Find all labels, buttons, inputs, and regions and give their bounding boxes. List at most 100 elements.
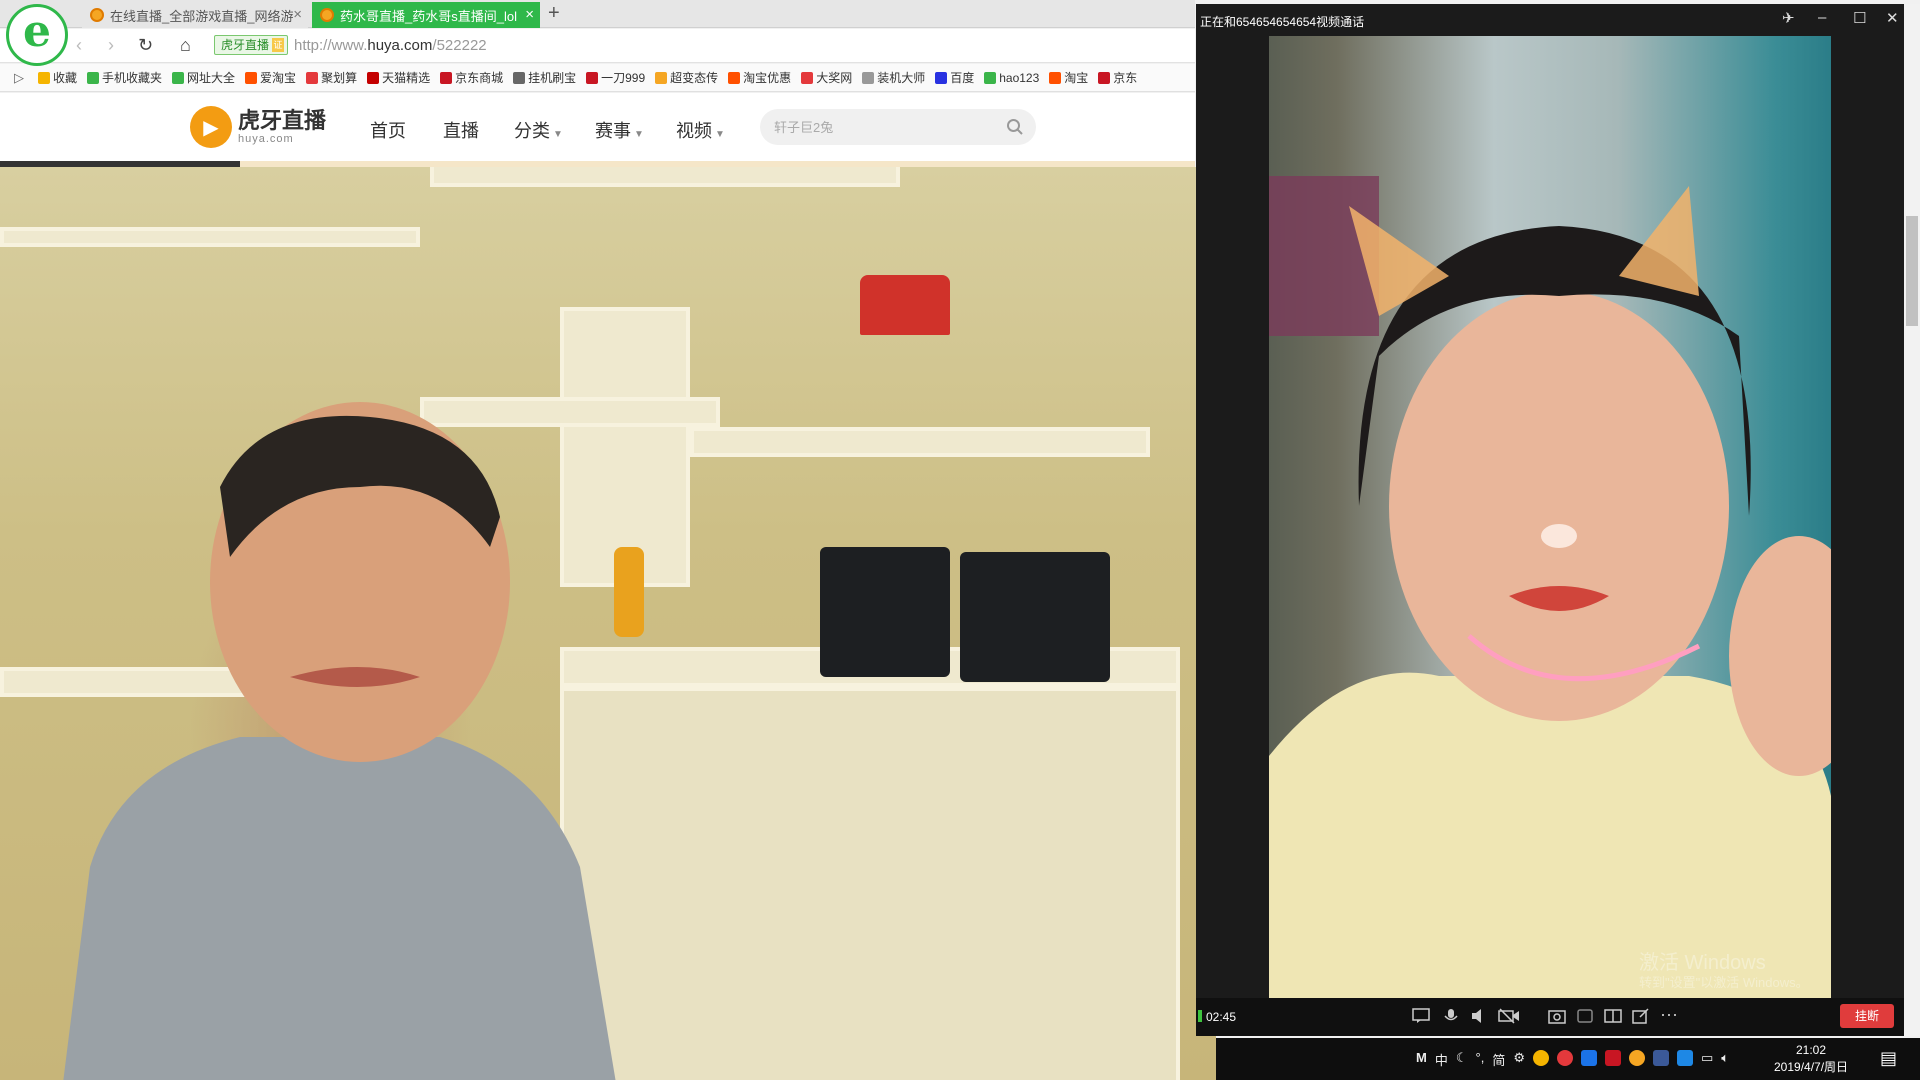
- search-icon[interactable]: [1006, 118, 1024, 136]
- forward-button[interactable]: ›: [108, 35, 114, 56]
- g-app-icon[interactable]: [1629, 1050, 1645, 1066]
- call-title: 正在和654654654654视频通话: [1200, 15, 1365, 29]
- favorite-site-icon: [1049, 71, 1062, 84]
- favorite-link[interactable]: 聚划算: [306, 69, 357, 86]
- app-tray-icon[interactable]: [1605, 1050, 1621, 1066]
- nav-category[interactable]: 分类 ▼: [514, 117, 563, 143]
- favorite-site-icon: [1098, 71, 1111, 84]
- nav-live[interactable]: 直播: [443, 117, 479, 143]
- site-verified-badge[interactable]: 虎牙直播: [214, 35, 289, 55]
- favorite-label: 天猫精选: [382, 71, 431, 85]
- pin-icon[interactable]: ✈: [1782, 9, 1795, 27]
- ime-mode-indicator[interactable]: M: [1416, 1050, 1427, 1069]
- favorite-label: 一刀999: [601, 71, 646, 85]
- favorite-label: 淘宝: [1064, 71, 1089, 85]
- chat-icon[interactable]: [1412, 1008, 1430, 1024]
- minimize-button[interactable]: –: [1818, 9, 1826, 26]
- split-view-icon[interactable]: [1604, 1008, 1622, 1024]
- record-icon[interactable]: [1576, 1008, 1594, 1024]
- favorite-link[interactable]: 天猫精选: [367, 69, 430, 86]
- tab-title: 在线直播_全部游戏直播_网络游: [110, 8, 294, 24]
- windows-activation-hint: 转到"设置"以激活 Windows。: [1639, 975, 1809, 990]
- maximize-button[interactable]: ☐: [1853, 9, 1866, 27]
- nav-label: 首页: [370, 121, 406, 141]
- favorite-site-icon: [513, 71, 526, 84]
- url-field[interactable]: http://www.huya.com/522222: [294, 37, 487, 54]
- tab-current-stream[interactable]: 药水哥直播_药水哥s直播间_lol ×: [312, 2, 540, 28]
- nav-home[interactable]: 首页: [370, 117, 406, 143]
- favorite-link[interactable]: 京东: [1098, 69, 1137, 86]
- windows-activation-watermark: 激活 Windows: [1639, 952, 1766, 974]
- nav-matches[interactable]: 赛事 ▼: [595, 117, 644, 143]
- favorite-label: 京东商城: [455, 71, 504, 85]
- network-icon[interactable]: ▭: [1701, 1050, 1713, 1069]
- qq-icon[interactable]: [1533, 1050, 1549, 1066]
- favorite-label: 京东: [1113, 71, 1138, 85]
- favorite-link[interactable]: 京东商城: [440, 69, 503, 86]
- scrollbar-thumb[interactable]: [1906, 216, 1918, 326]
- search-box: [760, 109, 1036, 145]
- favorite-link[interactable]: 百度: [935, 69, 974, 86]
- favorite-link[interactable]: 收藏: [38, 69, 77, 86]
- remote-video-feed[interactable]: 激活 Windows 转到"设置"以激活 Windows。: [1269, 36, 1831, 998]
- red-hat-figurine: [860, 275, 950, 335]
- favorite-label: 收藏: [53, 71, 78, 85]
- punctuation-icon[interactable]: °,: [1476, 1050, 1485, 1069]
- share-screen-icon[interactable]: [1632, 1008, 1650, 1024]
- favorite-link[interactable]: 超变态传: [655, 69, 718, 86]
- close-tab-icon[interactable]: ×: [525, 6, 534, 23]
- favorite-site-icon: [862, 71, 875, 84]
- huya-logo[interactable]: ▶ 虎牙直播 huya.com: [190, 106, 326, 148]
- ime-language-indicator[interactable]: 中: [1435, 1050, 1448, 1069]
- favorite-link[interactable]: 淘宝: [1049, 69, 1088, 86]
- call-controls-bar: 02:45 ··· 挂断: [1196, 998, 1904, 1036]
- browser-logo-icon[interactable]: e: [6, 4, 68, 66]
- notification-center-icon[interactable]: ▤: [1880, 1048, 1897, 1069]
- favorites-expand-icon[interactable]: ▷: [14, 70, 24, 86]
- clock-date: 2019/4/7/周日: [1774, 1060, 1849, 1074]
- settings-gear-icon[interactable]: ⚙: [1513, 1050, 1525, 1069]
- favorite-link[interactable]: 大奖网: [801, 69, 852, 86]
- microphone-icon[interactable]: [1442, 1008, 1460, 1024]
- new-tab-button[interactable]: +: [548, 2, 560, 25]
- favorite-link[interactable]: 爱淘宝: [245, 69, 296, 86]
- browser-tray-icon[interactable]: [1557, 1050, 1573, 1066]
- reload-icon[interactable]: ↻: [138, 35, 153, 56]
- logo-text: 虎牙直播: [238, 108, 327, 133]
- page-scrollbar[interactable]: [1904, 4, 1920, 1036]
- favorite-link[interactable]: 一刀999: [586, 69, 645, 86]
- favorite-link[interactable]: 淘宝优惠: [728, 69, 791, 86]
- stream-video-player[interactable]: [0, 167, 1216, 1080]
- speaker-icon[interactable]: [1470, 1008, 1488, 1024]
- screenshot-icon[interactable]: [1548, 1008, 1566, 1024]
- message-tray-icon[interactable]: [1677, 1050, 1693, 1066]
- close-tab-icon[interactable]: ×: [293, 6, 302, 23]
- favorite-link[interactable]: 手机收藏夹: [87, 69, 162, 86]
- home-icon[interactable]: ⌂: [180, 35, 191, 56]
- search-input[interactable]: [774, 109, 994, 145]
- favorite-site-icon: [935, 71, 948, 84]
- call-titlebar[interactable]: 正在和654654654654视频通话 ✈ – ☐ ✕: [1196, 4, 1904, 36]
- favorite-site-icon: [38, 71, 50, 84]
- favorite-link[interactable]: 网址大全: [172, 69, 235, 86]
- favorite-link[interactable]: 装机大师: [862, 69, 925, 86]
- pinyin-icon[interactable]: [1581, 1050, 1597, 1066]
- nav-video[interactable]: 视频 ▼: [676, 117, 725, 143]
- favorite-site-icon: [306, 71, 319, 84]
- moon-icon[interactable]: ☾: [1456, 1050, 1468, 1069]
- favorite-label: 百度: [950, 71, 975, 85]
- hangup-button[interactable]: 挂断: [1840, 1004, 1894, 1028]
- more-options-icon[interactable]: ···: [1660, 1004, 1678, 1025]
- tab-live-directory[interactable]: 在线直播_全部游戏直播_网络游 ×: [82, 2, 308, 28]
- favorite-label: 爱淘宝: [260, 71, 297, 85]
- favorite-link[interactable]: hao123: [984, 71, 1039, 85]
- logo-domain: huya.com: [238, 133, 294, 145]
- ime-simplified-indicator[interactable]: 简: [1492, 1050, 1505, 1069]
- favorite-link[interactable]: 挂机刷宝: [513, 69, 576, 86]
- camera-off-icon[interactable]: [1498, 1008, 1520, 1024]
- volume-icon[interactable]: 🔈︎: [1721, 1050, 1729, 1069]
- close-button[interactable]: ✕: [1886, 9, 1899, 27]
- taskbar-clock[interactable]: 21:02 2019/4/7/周日: [1774, 1042, 1848, 1076]
- network-app-icon[interactable]: [1653, 1050, 1669, 1066]
- back-button[interactable]: ‹: [76, 35, 82, 56]
